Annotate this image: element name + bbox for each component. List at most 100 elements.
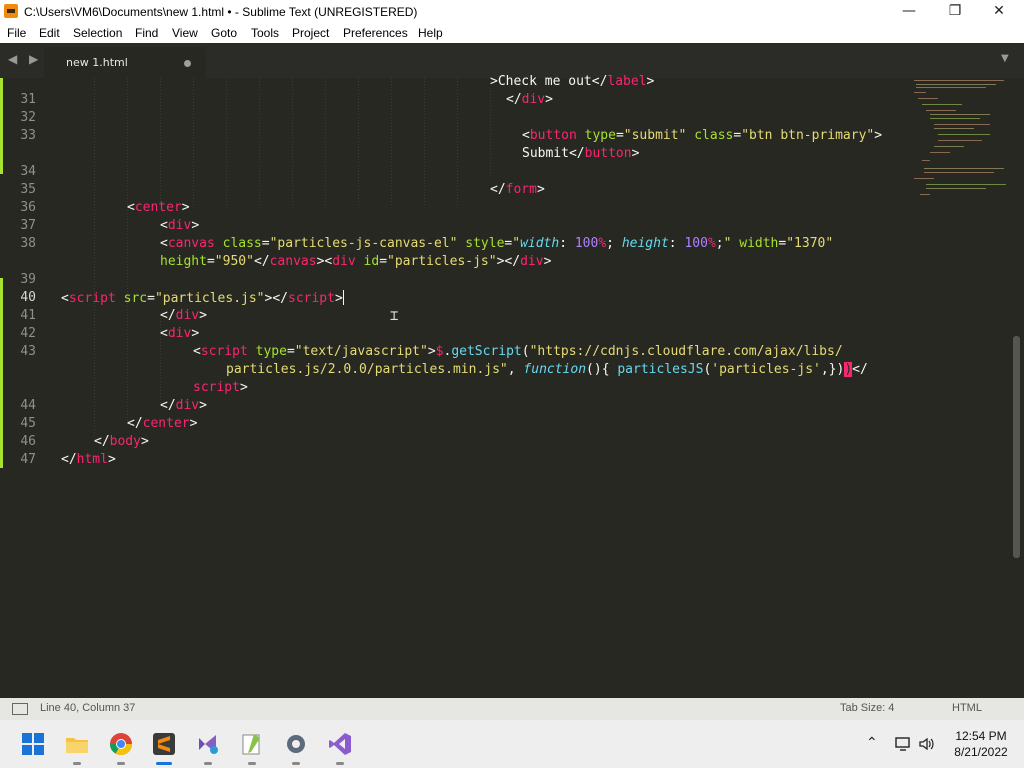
file-explorer-icon[interactable]: [65, 732, 89, 756]
code-line-31: </div>: [506, 92, 553, 107]
code-line-38: <canvas class="particles-js-canvas-el" s…: [160, 236, 834, 251]
network-icon[interactable]: [894, 735, 912, 753]
menu-tools[interactable]: Tools: [251, 26, 279, 40]
tab-dropdown-icon[interactable]: ▼: [1001, 53, 1009, 64]
menu-edit[interactable]: Edit: [39, 26, 60, 40]
tab-new-1-html[interactable]: new 1.html: [44, 47, 206, 78]
taskbar-indicator: [248, 762, 256, 765]
taskbar: ⌃ 12:54 PM 8/21/2022: [0, 720, 1024, 768]
indent-guide: [424, 78, 425, 206]
settings-gear-icon[interactable]: [284, 732, 308, 756]
code-line-40: <script src="particles.js"></script>: [61, 290, 344, 306]
line-number: 38: [20, 236, 36, 251]
indent-guide: [193, 78, 194, 206]
window-title: C:\Users\VM6\Documents\new 1.html • - Su…: [24, 5, 418, 19]
indent-guide: [127, 78, 128, 424]
menu-selection[interactable]: Selection: [73, 26, 122, 40]
code-line-35: </form>: [490, 182, 545, 197]
title-bar: C:\Users\VM6\Documents\new 1.html • - Su…: [0, 0, 1024, 23]
code-line-33-wrap: Submit</button>: [522, 146, 640, 161]
line-number: 46: [20, 434, 36, 449]
indent-guide: [457, 78, 458, 206]
code-line-36: <center>: [127, 200, 190, 215]
indent-guide: [358, 78, 359, 206]
code-line-46: </body>: [94, 434, 149, 449]
indent-guide: [391, 78, 392, 206]
menu-view[interactable]: View: [172, 26, 198, 40]
taskbar-indicator: [73, 762, 81, 765]
indent-guide: [490, 88, 491, 178]
indent-guide: [226, 78, 227, 206]
line-number: 33: [20, 128, 36, 143]
line-number: 34: [20, 164, 36, 179]
menu-preferences[interactable]: Preferences: [343, 26, 408, 40]
tab-nav-arrows-icon[interactable]: ◀ ▶: [8, 52, 42, 66]
vertical-scrollbar[interactable]: [1013, 336, 1020, 558]
line-number: 43: [20, 344, 36, 359]
windows-start-icon[interactable]: [21, 732, 45, 756]
indent-guide: [160, 78, 161, 206]
line-number: 32: [20, 110, 36, 125]
sublime-text-icon: [4, 4, 18, 18]
syntax-indicator[interactable]: HTML: [952, 702, 982, 714]
clock-date: 8/21/2022: [954, 745, 1008, 759]
volume-icon[interactable]: [918, 735, 936, 753]
panel-toggle-icon[interactable]: [12, 703, 28, 715]
line-number: 41: [20, 308, 36, 323]
visual-studio-installer-icon[interactable]: [196, 732, 220, 756]
indent-guide: [259, 78, 260, 206]
clock-time: 12:54 PM: [955, 729, 1007, 743]
code-line-42: <div>: [160, 326, 200, 341]
text-cursor: [342, 290, 344, 305]
menu-project[interactable]: Project: [292, 26, 329, 40]
minimize-button[interactable]: —: [886, 0, 932, 23]
taskbar-indicator: [117, 762, 125, 765]
line-number-current: 40: [20, 290, 36, 305]
line-number: 31: [20, 92, 36, 107]
close-button[interactable]: ✕: [976, 0, 1022, 23]
menu-find[interactable]: Find: [135, 26, 158, 40]
visual-studio-icon[interactable]: [328, 732, 352, 756]
code-line-47: </html>: [61, 452, 116, 467]
line-number: 39: [20, 272, 36, 287]
line-number: 44: [20, 398, 36, 413]
taskbar-clock[interactable]: 12:54 PM 8/21/2022: [942, 728, 1020, 760]
chrome-icon[interactable]: [109, 732, 133, 756]
menu-help[interactable]: Help: [418, 26, 443, 40]
tab-bar: ◀ ▶ new 1.html ▼: [0, 43, 1024, 78]
code-line-41: </div>: [160, 308, 207, 323]
minimap[interactable]: [910, 78, 1010, 208]
notepad-plus-plus-icon[interactable]: [240, 732, 264, 756]
line-number: 45: [20, 416, 36, 431]
system-tray-expand-icon[interactable]: ⌃: [866, 734, 878, 751]
code-line-44: </div>: [160, 398, 207, 413]
sublime-text-taskbar-icon[interactable]: [152, 732, 176, 756]
indent-guide: [292, 78, 293, 206]
code-line-33: <button type="submit" class="btn btn-pri…: [522, 128, 883, 143]
cursor-position: Line 40, Column 37: [40, 702, 136, 714]
status-bar: Line 40, Column 37 Tab Size: 4 HTML: [0, 698, 1024, 720]
taskbar-indicator: [292, 762, 300, 765]
code-line-37: <div>: [160, 218, 200, 233]
code-line-43: <script type="text/javascript">$.getScri…: [193, 344, 843, 359]
code-line-43-wrap: particles.js/2.0.0/particles.min.js", fu…: [226, 362, 868, 377]
mouse-ibeam-cursor-icon: ⌶: [390, 308, 399, 324]
maximize-button[interactable]: ❐: [932, 0, 978, 23]
line-number: 37: [20, 218, 36, 233]
line-number: 47: [20, 452, 36, 467]
unsaved-dot-icon[interactable]: [184, 60, 191, 67]
code-editor[interactable]: 31 32 33 34 35 36 37 38 39 40 41 42 43 4…: [0, 74, 1024, 698]
taskbar-indicator: [336, 762, 344, 765]
indent-guide: [94, 78, 95, 442]
tab-size-indicator[interactable]: Tab Size: 4: [840, 702, 894, 714]
menu-file[interactable]: File: [7, 26, 26, 40]
line-number: 36: [20, 200, 36, 215]
line-number: 42: [20, 326, 36, 341]
indent-guide: [325, 78, 326, 206]
code-line-43-wrap2: script>: [193, 380, 248, 395]
tab-label: new 1.html: [66, 56, 128, 69]
taskbar-active-indicator: [156, 762, 172, 765]
line-number: 35: [20, 182, 36, 197]
menu-bar: File Edit Selection Find View Goto Tools…: [0, 23, 1024, 43]
menu-goto[interactable]: Goto: [211, 26, 237, 40]
